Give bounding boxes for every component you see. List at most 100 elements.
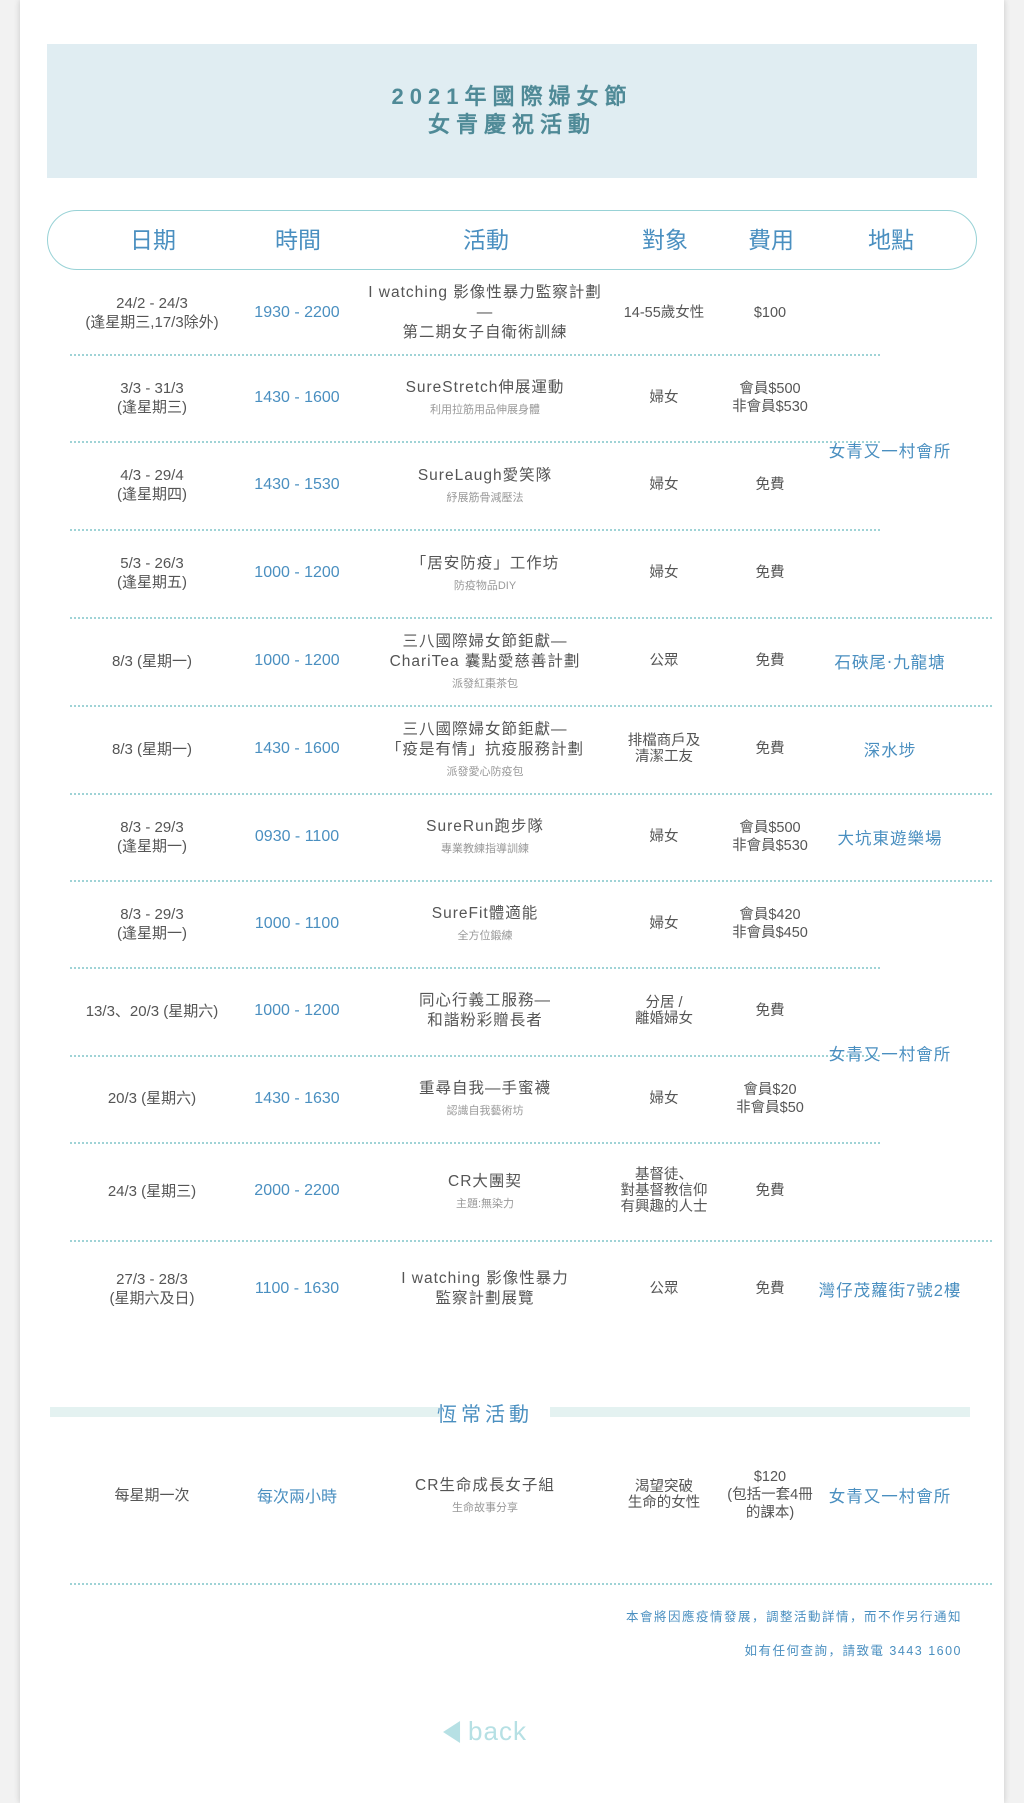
target-line: 婦女 bbox=[649, 915, 679, 932]
date-line-2: (星期六及日) bbox=[109, 1290, 195, 1307]
fee-cell: 會員$420 非會員$450 bbox=[715, 880, 825, 967]
regular-location: 女青又一村會所 bbox=[828, 1488, 952, 1506]
time-value: 1430 - 1600 bbox=[254, 388, 340, 406]
table-header: 日期 時間 活動 對象 費用 地點 bbox=[47, 210, 977, 270]
table-row: 27/3 - 28/3 (星期六及日) 1100 - 1630 I watching … bbox=[20, 1240, 1004, 1338]
time-cell: 0930 - 1100 bbox=[227, 793, 367, 880]
fee-line: 非會員$530 bbox=[732, 398, 808, 415]
target-line: 婦女 bbox=[649, 565, 679, 581]
section-bar-left bbox=[50, 1407, 440, 1417]
time-cell: 1000 - 1200 bbox=[227, 967, 367, 1055]
regular-fee-3: 的課本) bbox=[745, 1505, 795, 1521]
activity-cell: SureFit體適能 全方位鍛練 bbox=[360, 880, 610, 967]
date-line-2: (逢星期五) bbox=[117, 574, 187, 591]
activity-sub: 派發愛心防疫包 bbox=[446, 765, 524, 778]
target-cell: 婦女 bbox=[609, 1055, 719, 1142]
date-cell: 13/3、20/3 (星期六) bbox=[52, 967, 252, 1055]
date-cell: 8/3 - 29/3 (逢星期一) bbox=[52, 793, 252, 880]
fee-line: 免費 bbox=[755, 477, 785, 493]
fee-line: 非會員$50 bbox=[736, 1099, 804, 1116]
activity-sub: 主題:無染力 bbox=[455, 1197, 515, 1210]
activity-cell: SureStretch伸展運動 利用拉筋用品伸展身體 bbox=[360, 354, 610, 441]
fee-cell: 免費 bbox=[715, 967, 825, 1055]
location-value: 深水埗 bbox=[863, 742, 917, 760]
table-row: 24/3 (星期三) 2000 - 2200 CR大團契 主題:無染力 基督徒、 對基督教… bbox=[20, 1142, 1004, 1240]
title-banner: 2021年國際婦女節 女青慶祝活動 bbox=[47, 44, 977, 178]
target-line: 14-55歲女性 bbox=[623, 305, 705, 321]
fee-line: 會員$20 bbox=[743, 1081, 797, 1098]
activity-line-2: 監察計劃展覽 bbox=[435, 1290, 535, 1307]
activity-cell: 三八國際婦女節鉅獻— ChariTea 囊點愛慈善計劃 派發紅棗茶包 bbox=[360, 617, 610, 705]
activity-line-1: 「居安防疫」工作坊 bbox=[410, 554, 560, 572]
fee-cell: $100 bbox=[715, 272, 825, 354]
location-cell: 灣仔茂蘿街7號2樓 bbox=[805, 1240, 975, 1338]
target-cell: 婦女 bbox=[609, 529, 719, 617]
date-cell: 24/3 (星期三) bbox=[52, 1142, 252, 1240]
header-fee: 費用 bbox=[748, 227, 794, 253]
target-line: 清潔工友 bbox=[635, 749, 693, 765]
section-bar-right bbox=[550, 1407, 970, 1417]
date-cell: 3/3 - 31/3 (逢星期三) bbox=[52, 354, 252, 441]
merged-location-a: 女青又一村會所 bbox=[828, 443, 952, 461]
date-line-1: 8/3 - 29/3 bbox=[120, 818, 184, 836]
time-value: 1000 - 1200 bbox=[254, 1002, 340, 1019]
date-line-1: 5/3 - 26/3 bbox=[120, 555, 184, 572]
date-line-1: 4/3 - 29/4 bbox=[120, 467, 184, 484]
activity-line-2: 「疫是有情」抗疫服務計劃 bbox=[385, 740, 584, 758]
fee-line: 會員$500 bbox=[739, 819, 801, 836]
date-cell: 20/3 (星期六) bbox=[52, 1055, 252, 1142]
activity-line-1: 三八國際婦女節鉅獻— bbox=[402, 632, 568, 650]
fee-line: 免費 bbox=[755, 565, 785, 581]
fee-line: 會員$500 bbox=[739, 380, 801, 397]
target-line: 婦女 bbox=[649, 477, 679, 493]
table-row: 20/3 (星期六) 1430 - 1630 重尋自我—手蜜襪 認識自我藝術坊 婦女 會員… bbox=[20, 1055, 1004, 1142]
fee-cell: 免費 bbox=[715, 441, 825, 529]
target-cell: 基督徒、 對基督教信仰 有興趣的人士 bbox=[609, 1142, 719, 1240]
regular-section-title: 恆常活動 bbox=[437, 1404, 533, 1426]
fee-line: 非會員$450 bbox=[732, 924, 808, 941]
date-cell: 8/3 - 29/3 (逢星期一) bbox=[52, 880, 252, 967]
table-row: 5/3 - 26/3 (逢星期五) 1000 - 1200 「居安防疫」工作坊 防疫物品… bbox=[20, 529, 1004, 617]
date-cell: 4/3 - 29/4 (逢星期四) bbox=[52, 441, 252, 529]
target-cell: 公眾 bbox=[609, 617, 719, 705]
activity-sub: 紓展筋骨減壓法 bbox=[446, 491, 524, 504]
target-cell: 婦女 bbox=[609, 441, 719, 529]
activity-cell: SureRun跑步隊 專業教練指導訓練 bbox=[360, 793, 610, 880]
activity-sub: 認識自我藝術坊 bbox=[446, 1105, 524, 1117]
table-row: 24/2 - 24/3 (逢星期三,17/3除外) 1930 - 2200 I wat… bbox=[20, 272, 1004, 354]
regular-activity: CR生命成長女子組 bbox=[415, 1476, 555, 1494]
date-line-2: (逢星期一) bbox=[117, 837, 187, 855]
target-cell: 婦女 bbox=[609, 793, 719, 880]
activity-line-2: 和諧粉彩贈長者 bbox=[427, 1012, 543, 1029]
time-value: 1430 - 1530 bbox=[254, 476, 340, 493]
regular-fee-2: (包括一套4冊 bbox=[727, 1487, 813, 1503]
notice-line-1: 本會將因應疫情發展，調整活動詳情，而不作另行通知 bbox=[625, 1610, 962, 1624]
date-cell: 24/2 - 24/3 (逢星期三,17/3除外) bbox=[52, 272, 252, 354]
table-row: 8/3 (星期一) 1000 - 1200 三八國際婦女節鉅獻— ChariTea 囊… bbox=[20, 617, 1004, 705]
fee-line: 會員$420 bbox=[739, 906, 801, 923]
target-line: 公眾 bbox=[649, 1281, 679, 1297]
target-cell: 14-55歲女性 bbox=[609, 272, 719, 354]
activity-cell: I watching 影像性暴力 監察計劃展覽 bbox=[360, 1240, 610, 1338]
activity-cell: SureLaugh愛笑隊 紓展筋骨減壓法 bbox=[360, 441, 610, 529]
time-value: 1930 - 2200 bbox=[254, 304, 340, 321]
time-value: 2000 - 2200 bbox=[254, 1182, 340, 1199]
time-cell: 1430 - 1630 bbox=[227, 1055, 367, 1142]
back-button[interactable]: back bbox=[443, 1716, 527, 1747]
activity-line-1: 三八國際婦女節鉅獻— bbox=[402, 720, 568, 738]
page: 2021年國際婦女節 女青慶祝活動 日期 時間 活動 對象 費用 地點 24/2… bbox=[20, 0, 1004, 1803]
date-line-1: 3/3 - 31/3 bbox=[120, 379, 184, 397]
date-line-2: (逢星期一) bbox=[117, 924, 187, 942]
fee-line: 免費 bbox=[755, 741, 785, 757]
activity-line-1: SureStretch伸展運動 bbox=[405, 379, 565, 396]
time-cell: 2000 - 2200 bbox=[227, 1142, 367, 1240]
target-cell: 婦女 bbox=[609, 880, 719, 967]
activity-cell: 同心行義工服務— 和諧粉彩贈長者 bbox=[360, 967, 610, 1055]
date-line-1: 13/3、20/3 (星期六) bbox=[85, 1002, 219, 1020]
title-line-2: 女青慶祝活動 bbox=[427, 112, 596, 137]
fee-line: 免費 bbox=[755, 1003, 785, 1019]
activity-sub: 派發紅棗茶包 bbox=[452, 677, 518, 690]
header-location: 地點 bbox=[868, 227, 914, 253]
date-line-1: 27/3 - 28/3 bbox=[116, 1271, 188, 1288]
location-cell: 深水埗 bbox=[805, 705, 975, 793]
